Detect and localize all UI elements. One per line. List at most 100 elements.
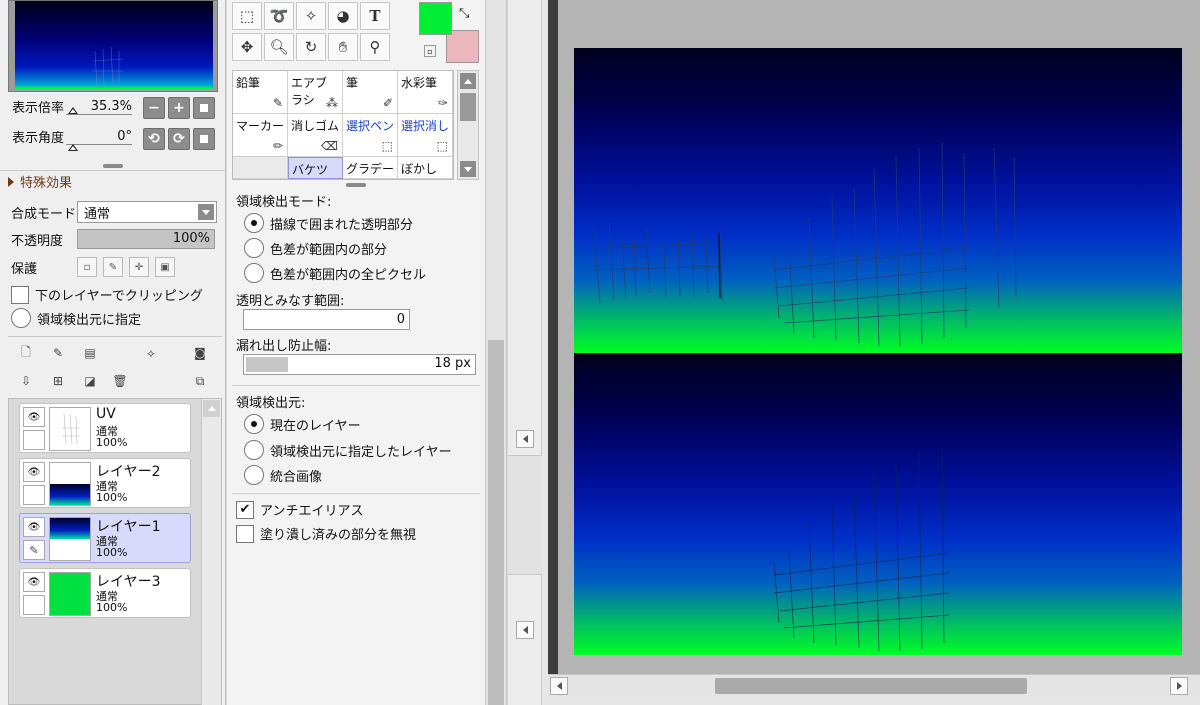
brush-pencil[interactable]: 鉛筆 ✎	[233, 71, 288, 114]
radio-button[interactable]	[244, 213, 264, 233]
collapse-left-button[interactable]	[516, 430, 534, 448]
trash-icon[interactable]: 🗑	[112, 373, 128, 389]
new-folder-icon[interactable]: ▤	[82, 345, 98, 361]
scroll-thumb[interactable]	[715, 678, 1027, 694]
effects-section-header[interactable]: 特殊効果	[0, 170, 226, 192]
source-option-1[interactable]: 領域検出元に指定したレイヤー	[244, 440, 452, 460]
detect-source-row[interactable]: 領域検出元に指定	[11, 308, 141, 328]
rotate-left-button[interactable]: ⟲	[143, 128, 165, 150]
collapse-left-button-2[interactable]	[516, 621, 534, 639]
radio-button[interactable]	[244, 465, 264, 485]
brush-eraser[interactable]: 消しゴム ⌫	[288, 114, 343, 157]
scroll-thumb[interactable]	[488, 340, 504, 705]
clip-checkbox[interactable]	[11, 285, 29, 304]
eye-icon[interactable]: 👁	[23, 407, 45, 427]
brush-panel-scrollbar[interactable]	[457, 70, 479, 180]
opacity-slider[interactable]: 100%	[77, 229, 215, 249]
brush-bucket[interactable]: バケツ	[288, 157, 343, 179]
merge-down-icon[interactable]: ⊞	[50, 373, 66, 389]
layer-item-layer2[interactable]: 👁 レイヤー2 通常 100%	[19, 458, 191, 508]
canvas-horizontal-scrollbar[interactable]	[548, 674, 1200, 696]
layer-lock-slot[interactable]	[23, 485, 45, 505]
source-option-0[interactable]: 現在のレイヤー	[244, 414, 361, 434]
angle-value[interactable]: 0°	[66, 129, 133, 145]
layer-lock-slot[interactable]	[23, 430, 45, 450]
eye-icon[interactable]: 👁	[23, 462, 45, 482]
brush-watercolor[interactable]: 水彩筆 ✑	[398, 71, 453, 114]
detect-source-toggle[interactable]	[11, 308, 31, 328]
text-icon[interactable]: T	[360, 2, 390, 30]
ignore-filled-checkbox[interactable]	[236, 524, 254, 543]
scroll-left-button[interactable]	[550, 677, 568, 695]
eyedropper-icon[interactable]: ⚲	[360, 33, 390, 61]
detect-mode-option-0[interactable]: 描線で囲まれた透明部分	[244, 213, 413, 233]
move-icon[interactable]: ✥	[232, 33, 262, 61]
clear-layer-icon[interactable]: ◪	[82, 373, 98, 389]
antialias-checkbox[interactable]: ✔	[236, 500, 254, 519]
rotate-right-button[interactable]: ⟳	[168, 128, 190, 150]
source-option-2[interactable]: 統合画像	[244, 465, 322, 485]
canvas-image-top[interactable]	[574, 48, 1182, 353]
canvas-image-bottom[interactable]	[574, 353, 1182, 655]
layer-mask-icon[interactable]: ⟡	[143, 345, 159, 361]
protect-move-icon[interactable]: ✛	[129, 257, 149, 277]
zoom-out-button[interactable]: −	[143, 97, 165, 119]
radio-button[interactable]	[244, 414, 264, 434]
radio-button[interactable]	[244, 263, 264, 283]
transparent-range-input[interactable]: 0	[243, 309, 410, 330]
detect-mode-option-1[interactable]: 色差が範囲内の部分	[244, 238, 387, 258]
antialias-row[interactable]: ✔ アンチエイリアス	[236, 500, 363, 519]
zoom-in-button[interactable]: +	[168, 97, 190, 119]
new-vector-layer-icon[interactable]: ✎	[50, 345, 66, 361]
brush-gradient[interactable]: グラデー	[343, 157, 398, 179]
tool-panel-scrollbar[interactable]	[485, 0, 507, 705]
zoom-icon[interactable]: 🔍︎	[264, 33, 294, 61]
brush-marker[interactable]: マーカー ✏	[233, 114, 288, 157]
rect-select-icon[interactable]: ⬚	[232, 2, 262, 30]
protect-draw-icon[interactable]: ✎	[103, 257, 123, 277]
layer-item-layer3[interactable]: 👁 レイヤー3 通常 100%	[19, 568, 191, 618]
layer-visibility-icon[interactable]: ◙	[192, 345, 208, 361]
angle-reset-button[interactable]	[193, 128, 215, 150]
protect-transparency-icon[interactable]: ▫	[77, 257, 97, 277]
brush-empty-slot[interactable]	[233, 157, 288, 179]
brush-splitter[interactable]	[346, 183, 366, 187]
scroll-right-button[interactable]	[1170, 677, 1188, 695]
lock-icon[interactable]: ▣	[155, 257, 175, 277]
scroll-down-button[interactable]	[460, 161, 476, 177]
clip-row[interactable]: 下のレイヤーでクリッピング	[11, 285, 203, 304]
swap-colors-icon[interactable]: ⤡	[459, 6, 469, 21]
rotate-icon[interactable]: ↻	[296, 33, 326, 61]
zoom-reset-button[interactable]	[193, 97, 215, 119]
reset-colors-icon[interactable]: ▫	[424, 45, 436, 57]
brush-brush[interactable]: 筆 ✐	[343, 71, 398, 114]
lasso-icon[interactable]: ➰	[264, 2, 294, 30]
layer-list-scrollbar[interactable]	[201, 399, 221, 705]
new-layer-icon[interactable]: 🗋	[18, 345, 34, 361]
hand-icon[interactable]: ✋︎	[328, 33, 358, 61]
scroll-thumb[interactable]	[460, 93, 476, 121]
detect-mode-option-2[interactable]: 色差が範囲内の全ピクセル	[244, 263, 426, 283]
brush-blur[interactable]: ぼかし	[398, 157, 453, 179]
layer-item-layer1[interactable]: 👁 ✎ レイヤー1 通常 100%	[19, 513, 191, 563]
brush-select-pen[interactable]: 選択ペン ⬚	[343, 114, 398, 157]
pen-icon[interactable]: ✎	[23, 540, 45, 560]
leak-slider[interactable]: 18 px	[243, 354, 476, 375]
magic-wand-icon[interactable]: ✧	[296, 2, 326, 30]
layer-property-icon[interactable]: ⧉	[192, 373, 208, 389]
eye-icon[interactable]: 👁	[23, 517, 45, 537]
radio-button[interactable]	[244, 238, 264, 258]
scroll-up-button[interactable]	[460, 73, 476, 89]
blend-mode-select[interactable]: 通常	[77, 201, 217, 223]
zoom-slider-handle[interactable]	[68, 107, 78, 114]
brush-airbrush[interactable]: エアブラシ ⁂	[288, 71, 343, 114]
eye-icon[interactable]: 👁	[23, 572, 45, 592]
transfer-down-icon[interactable]: ⇩	[18, 373, 34, 389]
radio-button[interactable]	[244, 440, 264, 460]
layer-lock-slot[interactable]	[23, 595, 45, 615]
angle-slider-handle[interactable]	[68, 144, 78, 151]
navigator-preview[interactable]	[8, 0, 218, 92]
ignore-filled-row[interactable]: 塗り潰し済みの部分を無視	[236, 524, 416, 543]
panel-splitter[interactable]	[103, 164, 123, 168]
main-color-swatch[interactable]	[419, 2, 452, 35]
